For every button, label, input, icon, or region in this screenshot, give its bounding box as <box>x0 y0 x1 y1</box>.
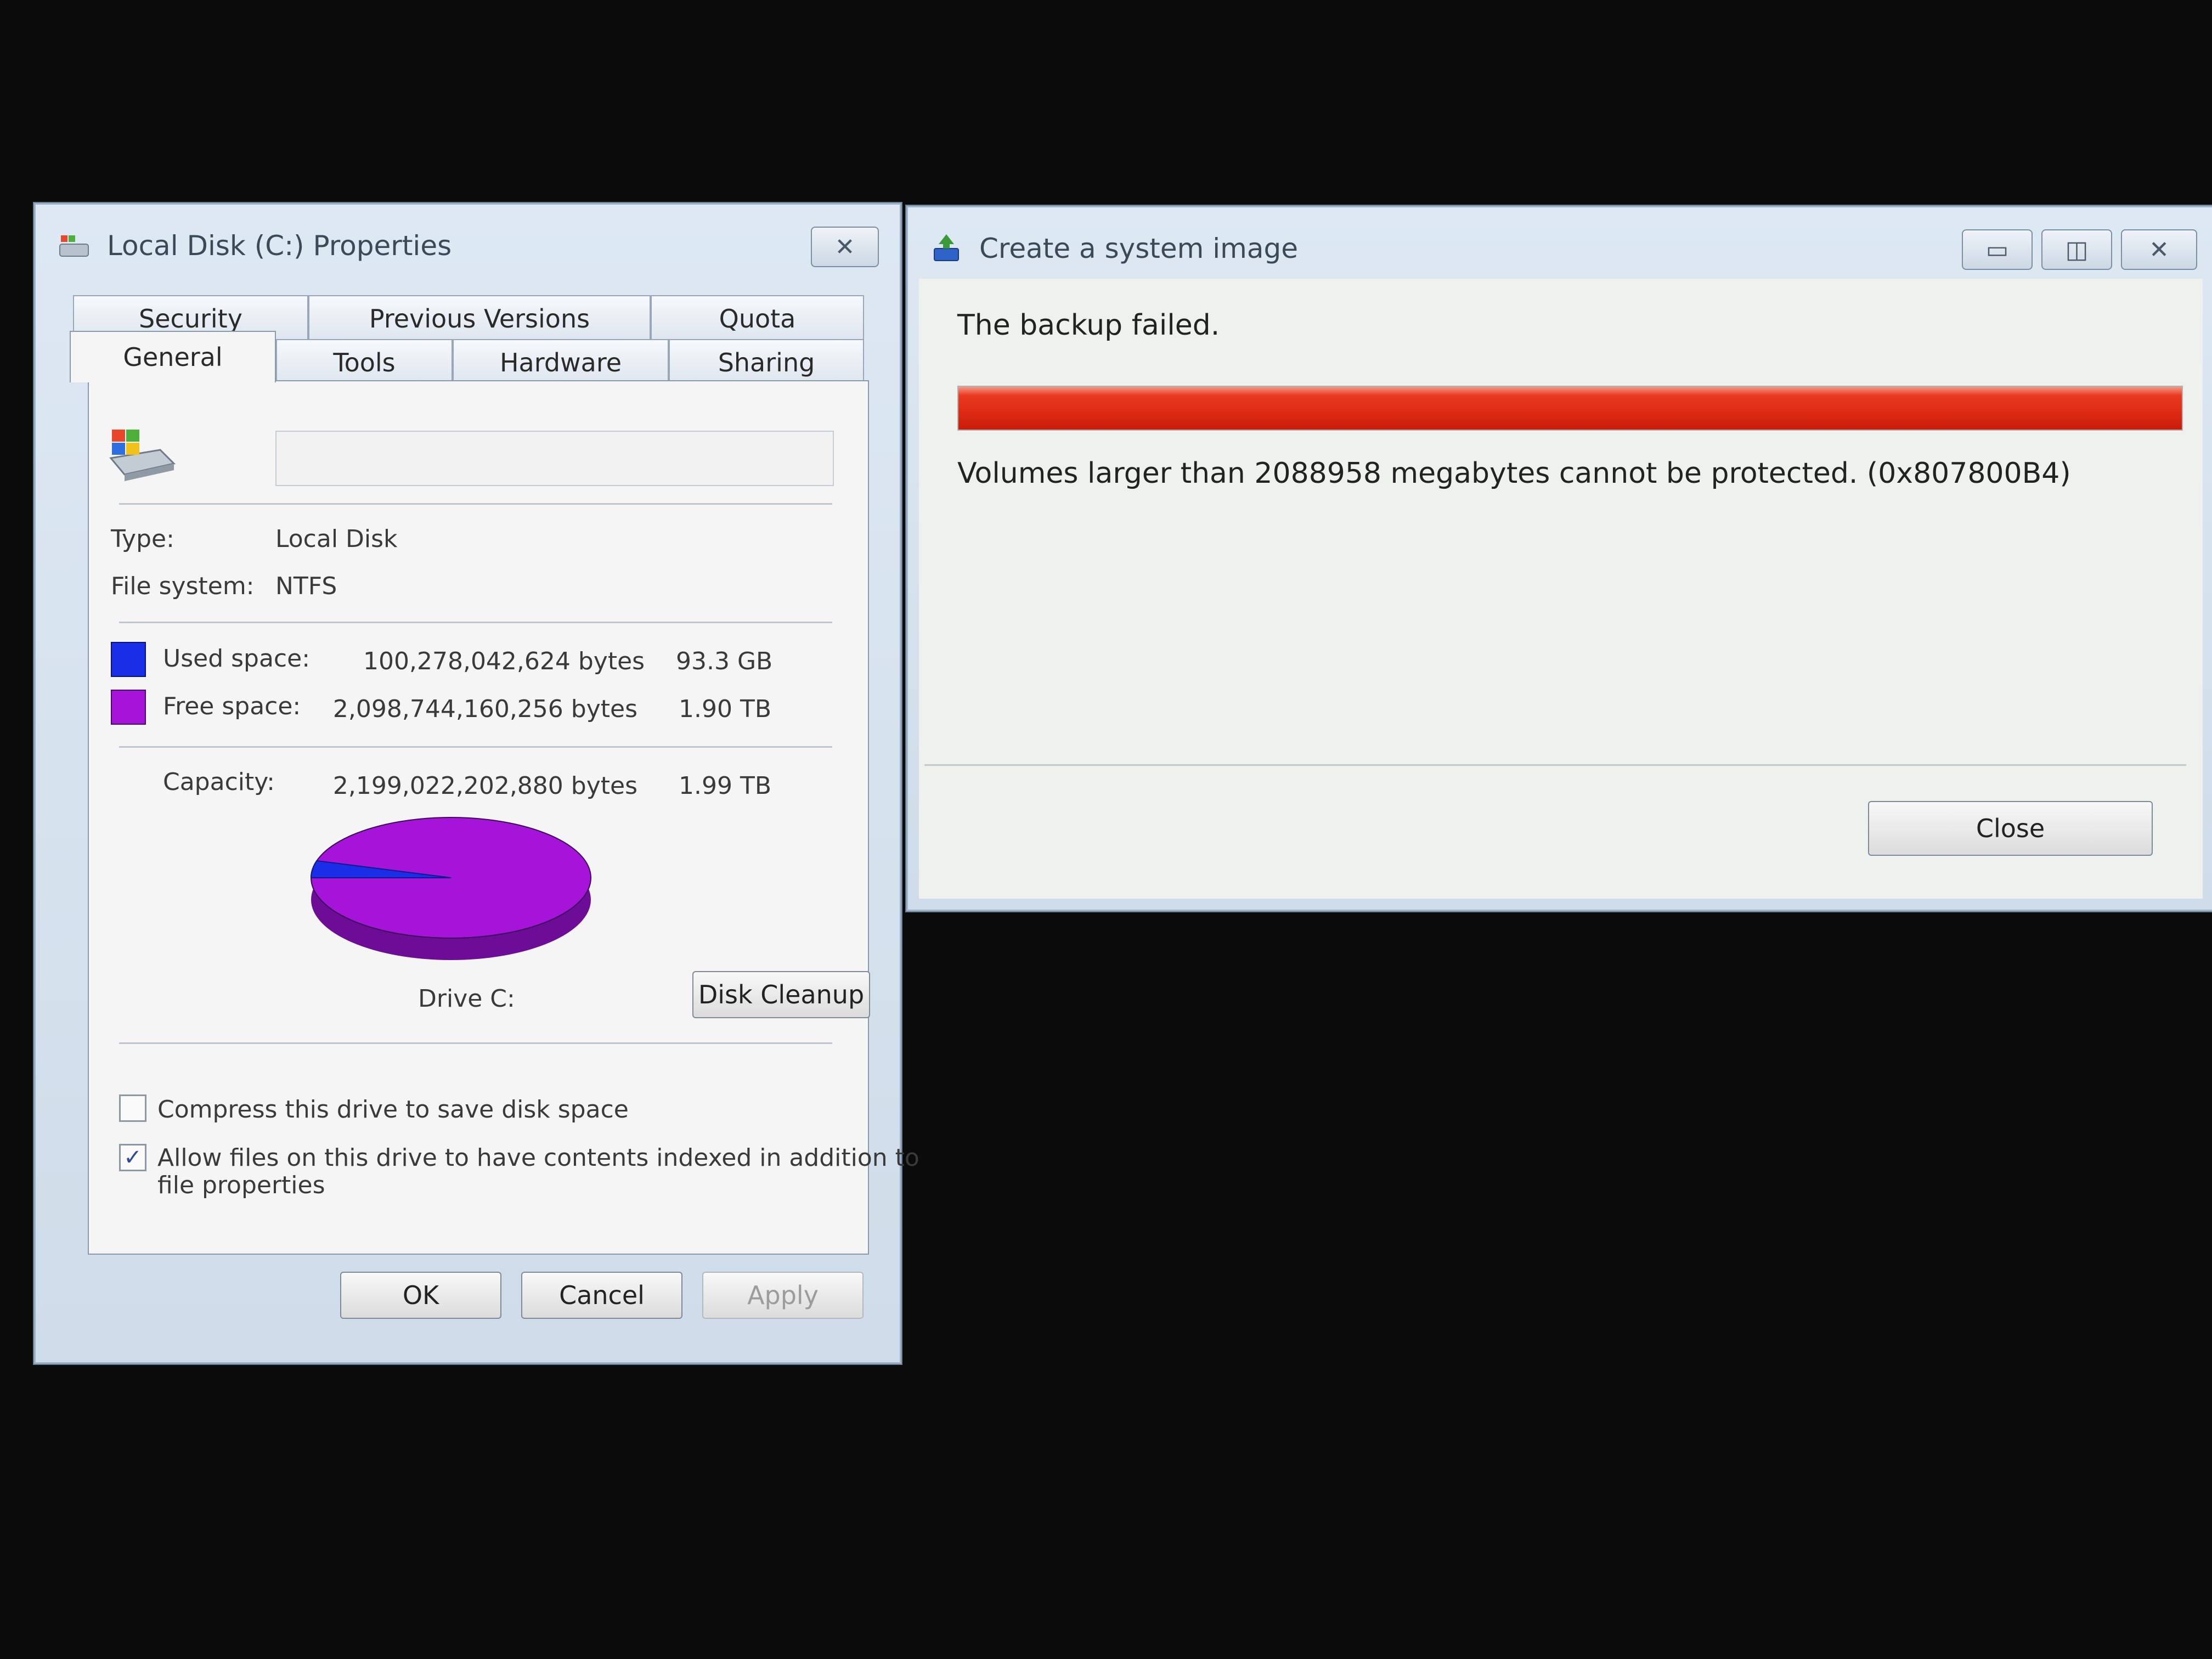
maximize-button[interactable]: ◫ <box>2041 229 2112 270</box>
used-space-size: 93.3 GB <box>676 647 773 675</box>
properties-titlebar[interactable]: Local Disk (C:) Properties ✕ <box>36 205 900 287</box>
tab-general[interactable]: General <box>70 331 276 382</box>
progress-fill <box>958 387 2182 430</box>
tab-label: Sharing <box>718 348 815 377</box>
capacity-size: 1.99 TB <box>679 772 772 800</box>
free-space-label: Free space: <box>163 692 301 720</box>
index-checkbox[interactable]: ✓ <box>119 1144 146 1171</box>
properties-close-button[interactable]: ✕ <box>811 227 879 267</box>
properties-dialog: Local Disk (C:) Properties ✕ Security Pr… <box>34 203 919 1364</box>
minimize-icon: ▭ <box>1985 235 2009 264</box>
minimize-button[interactable]: ▭ <box>1962 229 2033 270</box>
index-label-line2: file properties <box>157 1171 325 1199</box>
tab-label: Previous Versions <box>369 304 590 334</box>
tab-label: General <box>123 342 223 372</box>
used-space-label: Used space: <box>163 645 311 673</box>
tab-tools[interactable]: Tools <box>276 339 453 385</box>
progress-bar <box>957 386 2183 431</box>
system-image-titlebar[interactable]: Create a system image ▭ ◫ ✕ <box>908 207 2212 290</box>
divider <box>119 746 832 748</box>
used-space-bytes: 100,278,042,624 bytes <box>363 647 645 675</box>
close-icon: ✕ <box>834 233 855 261</box>
file-system-label: File system: <box>111 572 255 600</box>
divider <box>924 764 2186 766</box>
divider <box>119 503 832 505</box>
system-image-title: Create a system image <box>979 233 1298 264</box>
system-image-close-button[interactable]: ✕ <box>2121 229 2197 270</box>
type-value: Local Disk <box>275 525 398 553</box>
disk-cleanup-button[interactable]: Disk Cleanup <box>692 971 870 1018</box>
compress-checkbox[interactable] <box>119 1094 146 1122</box>
error-message: Volumes larger than 2088958 megabytes ca… <box>957 457 2071 490</box>
divider <box>119 622 832 623</box>
maximize-icon: ◫ <box>2065 235 2089 264</box>
tab-previous-versions[interactable]: Previous Versions <box>308 295 651 341</box>
general-panel: Type: Local Disk File system: NTFS Used … <box>88 380 919 1255</box>
type-label: Type: <box>111 525 174 553</box>
free-space-size: 1.90 TB <box>679 695 772 723</box>
used-space-swatch <box>111 642 146 677</box>
divider <box>119 1042 832 1044</box>
capacity-bytes: 2,199,022,202,880 bytes <box>332 772 637 800</box>
disk-usage-pie-chart <box>310 817 591 960</box>
index-label-line1: Allow files on this drive to have conten… <box>157 1144 919 1172</box>
drive-large-icon <box>105 425 177 486</box>
file-system-value: NTFS <box>275 572 337 600</box>
free-space-swatch <box>111 690 146 725</box>
close-button[interactable]: Close <box>1868 801 2153 856</box>
checkmark-icon: ✓ <box>123 1145 142 1170</box>
system-image-dialog: Create a system image ▭ ◫ ✕ The backup f… <box>906 206 2212 911</box>
free-space-bytes: 2,098,744,160,256 bytes <box>332 695 637 723</box>
compress-label: Compress this drive to save disk space <box>157 1096 629 1124</box>
capacity-label: Capacity: <box>163 768 275 796</box>
tab-quota[interactable]: Quota <box>651 295 864 341</box>
drive-name-input[interactable] <box>275 431 834 486</box>
tab-label: Hardware <box>499 348 622 377</box>
drive-icon <box>58 232 91 259</box>
ok-button[interactable]: OK <box>340 1272 501 1319</box>
properties-title: Local Disk (C:) Properties <box>107 230 452 262</box>
tab-hardware[interactable]: Hardware <box>453 339 669 385</box>
tab-sharing[interactable]: Sharing <box>669 339 864 385</box>
backup-icon <box>930 232 963 265</box>
tab-label: Quota <box>719 304 796 334</box>
cancel-button[interactable]: Cancel <box>521 1272 682 1319</box>
apply-button[interactable]: Apply <box>702 1272 864 1319</box>
tab-label: Tools <box>333 348 396 377</box>
status-text: The backup failed. <box>957 309 1220 342</box>
drive-label: Drive C: <box>418 985 515 1013</box>
tab-label: Security <box>139 304 242 334</box>
close-icon: ✕ <box>2149 235 2169 264</box>
